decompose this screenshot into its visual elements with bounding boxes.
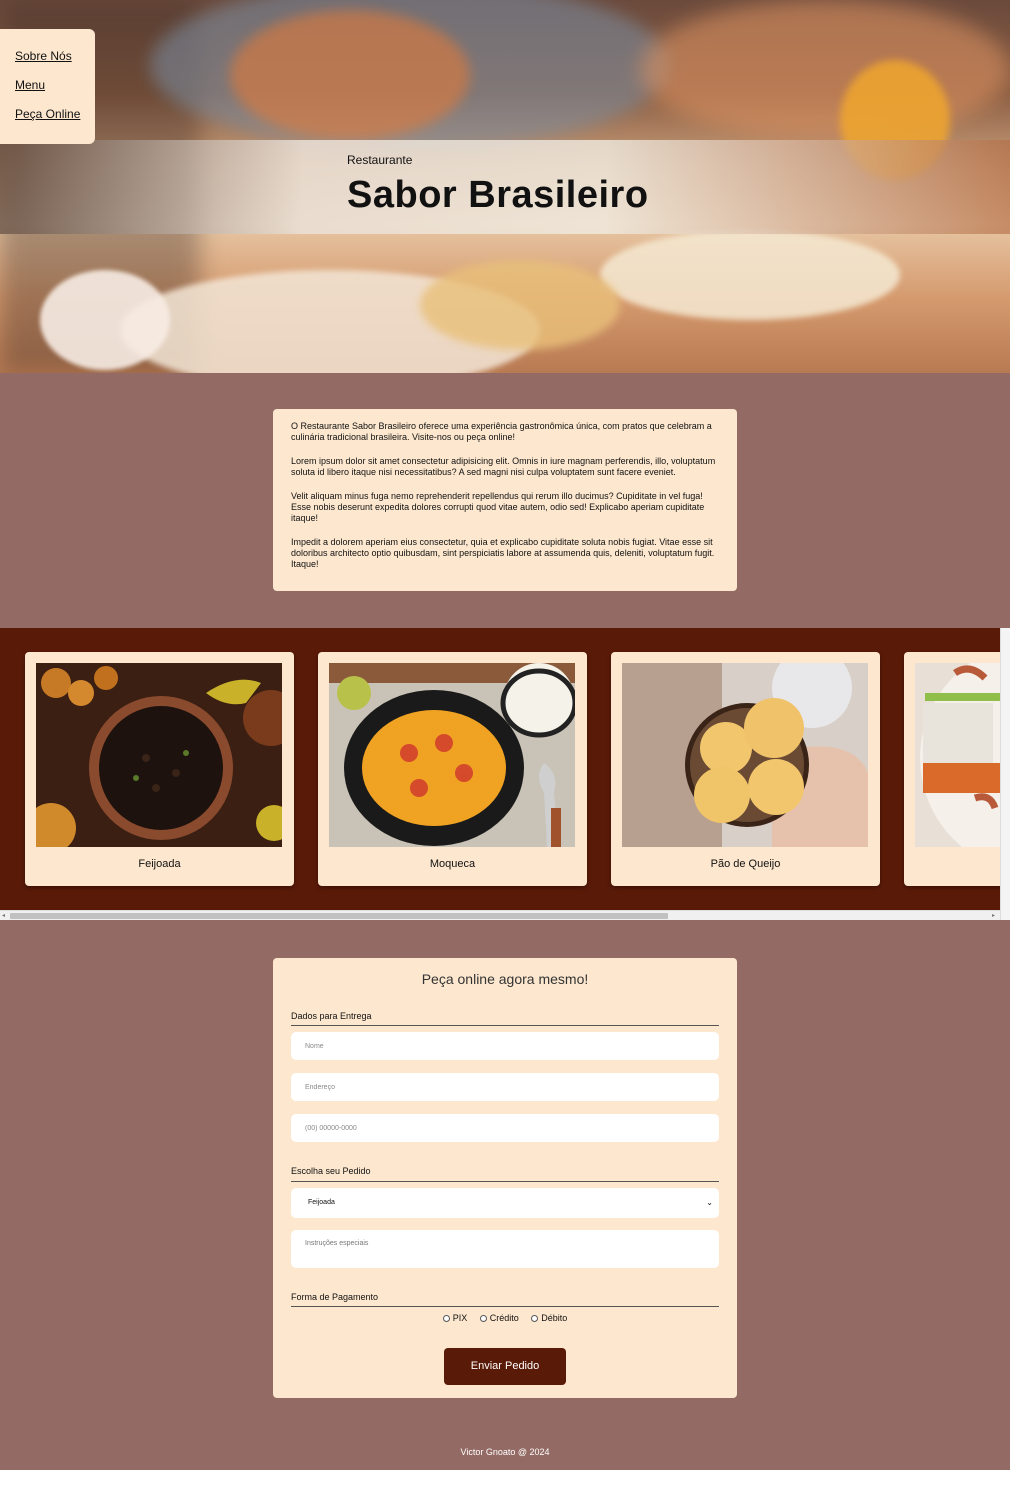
order-title: Peça online agora mesmo! <box>421 971 589 987</box>
payment-options: PIX Crédito Débito <box>273 1313 737 1323</box>
nav-link-sobre-nos[interactable]: Sobre Nós <box>15 49 95 63</box>
about-paragraph: O Restaurante Sabor Brasileiro oferece u… <box>291 421 712 442</box>
dish-image <box>915 663 1010 847</box>
payment-option-label: Débito <box>541 1313 568 1323</box>
radio-button[interactable] <box>531 1315 539 1322</box>
carousel-scroll-thumb[interactable] <box>10 913 668 919</box>
footer-text: Victor Gnoato @ 2024 <box>460 1447 550 1457</box>
hero-image-food <box>420 260 620 350</box>
delivery-legend: Dados para Entrega <box>291 1011 372 1021</box>
pao-de-queijo-image <box>622 663 868 847</box>
divider <box>291 1181 719 1182</box>
dish-select-value: Feijoada <box>308 1199 335 1206</box>
radio-button[interactable] <box>479 1315 487 1322</box>
dish-select[interactable]: Feijoada ⌄ <box>291 1188 719 1218</box>
nav-link-menu[interactable]: Menu <box>15 78 95 92</box>
payment-option-credito[interactable]: Crédito <box>479 1313 519 1323</box>
main-nav: Sobre Nós Menu Peça Online <box>0 29 95 144</box>
divider <box>291 1306 719 1307</box>
about-section: O Restaurante Sabor Brasileiro oferece u… <box>0 373 1010 628</box>
address-field[interactable] <box>291 1073 719 1101</box>
instructions-textarea[interactable]: Instruções especiais <box>291 1230 719 1268</box>
feijoada-image <box>36 663 282 847</box>
nav-link-peca-online[interactable]: Peça Online <box>15 107 95 121</box>
dish-name: Pão de Queijo <box>710 858 781 870</box>
radio-button[interactable] <box>442 1315 450 1322</box>
carousel-scrollbar[interactable]: ◂ ▸ <box>0 910 1000 920</box>
order-section: Peça online agora mesmo! Dados para Entr… <box>0 920 1010 1470</box>
about-card: O Restaurante Sabor Brasileiro oferece u… <box>273 409 737 591</box>
phone-field[interactable] <box>291 1114 719 1142</box>
moqueca-image <box>329 663 575 847</box>
hero-image-detail <box>230 10 470 140</box>
about-paragraph: Velit aliquam minus fuga nemo reprehende… <box>291 491 705 523</box>
hero-subtitle: Restaurante <box>347 153 413 167</box>
menu-carousel[interactable]: Feijoada Moqueca Pão de Queijo <box>0 628 1010 920</box>
payment-legend: Forma de Pagamento <box>291 1292 379 1302</box>
instructions-placeholder: Instruções especiais <box>305 1240 369 1247</box>
payment-option-debito[interactable]: Débito <box>531 1313 567 1323</box>
about-paragraph: Lorem ipsum dolor sit amet consectetur a… <box>291 456 716 477</box>
hero-image-napkin <box>40 270 170 370</box>
hero-title: Sabor Brasileiro <box>347 174 649 216</box>
submit-order-button[interactable]: Enviar Pedido <box>444 1348 566 1385</box>
about-paragraph: Impedit a dolorem aperiam eius consectet… <box>291 537 715 569</box>
payment-option-label: PIX <box>452 1313 468 1323</box>
order-legend: Escolha seu Pedido <box>291 1166 371 1176</box>
dish-card-moqueca[interactable]: Moqueca <box>318 652 587 886</box>
dish-card-partial[interactable] <box>904 652 1010 886</box>
dish-name: Moqueca <box>429 858 476 870</box>
hero-image-plate <box>600 230 900 320</box>
divider <box>291 1025 719 1026</box>
dish-name: Feijoada <box>138 858 181 870</box>
vertical-scrollbar[interactable] <box>1000 628 1010 920</box>
dish-card-pao-de-queijo[interactable]: Pão de Queijo <box>611 652 880 886</box>
payment-option-label: Crédito <box>489 1313 519 1323</box>
hero-image-detail <box>640 0 1010 140</box>
order-form: Peça online agora mesmo! Dados para Entr… <box>273 958 737 1398</box>
name-field[interactable] <box>291 1032 719 1060</box>
hero-banner: Restaurante Sabor Brasileiro <box>0 0 1010 373</box>
payment-option-pix[interactable]: PIX <box>442 1313 468 1323</box>
dish-card-feijoada[interactable]: Feijoada <box>25 652 294 886</box>
chevron-down-icon: ⌄ <box>706 1198 713 1207</box>
